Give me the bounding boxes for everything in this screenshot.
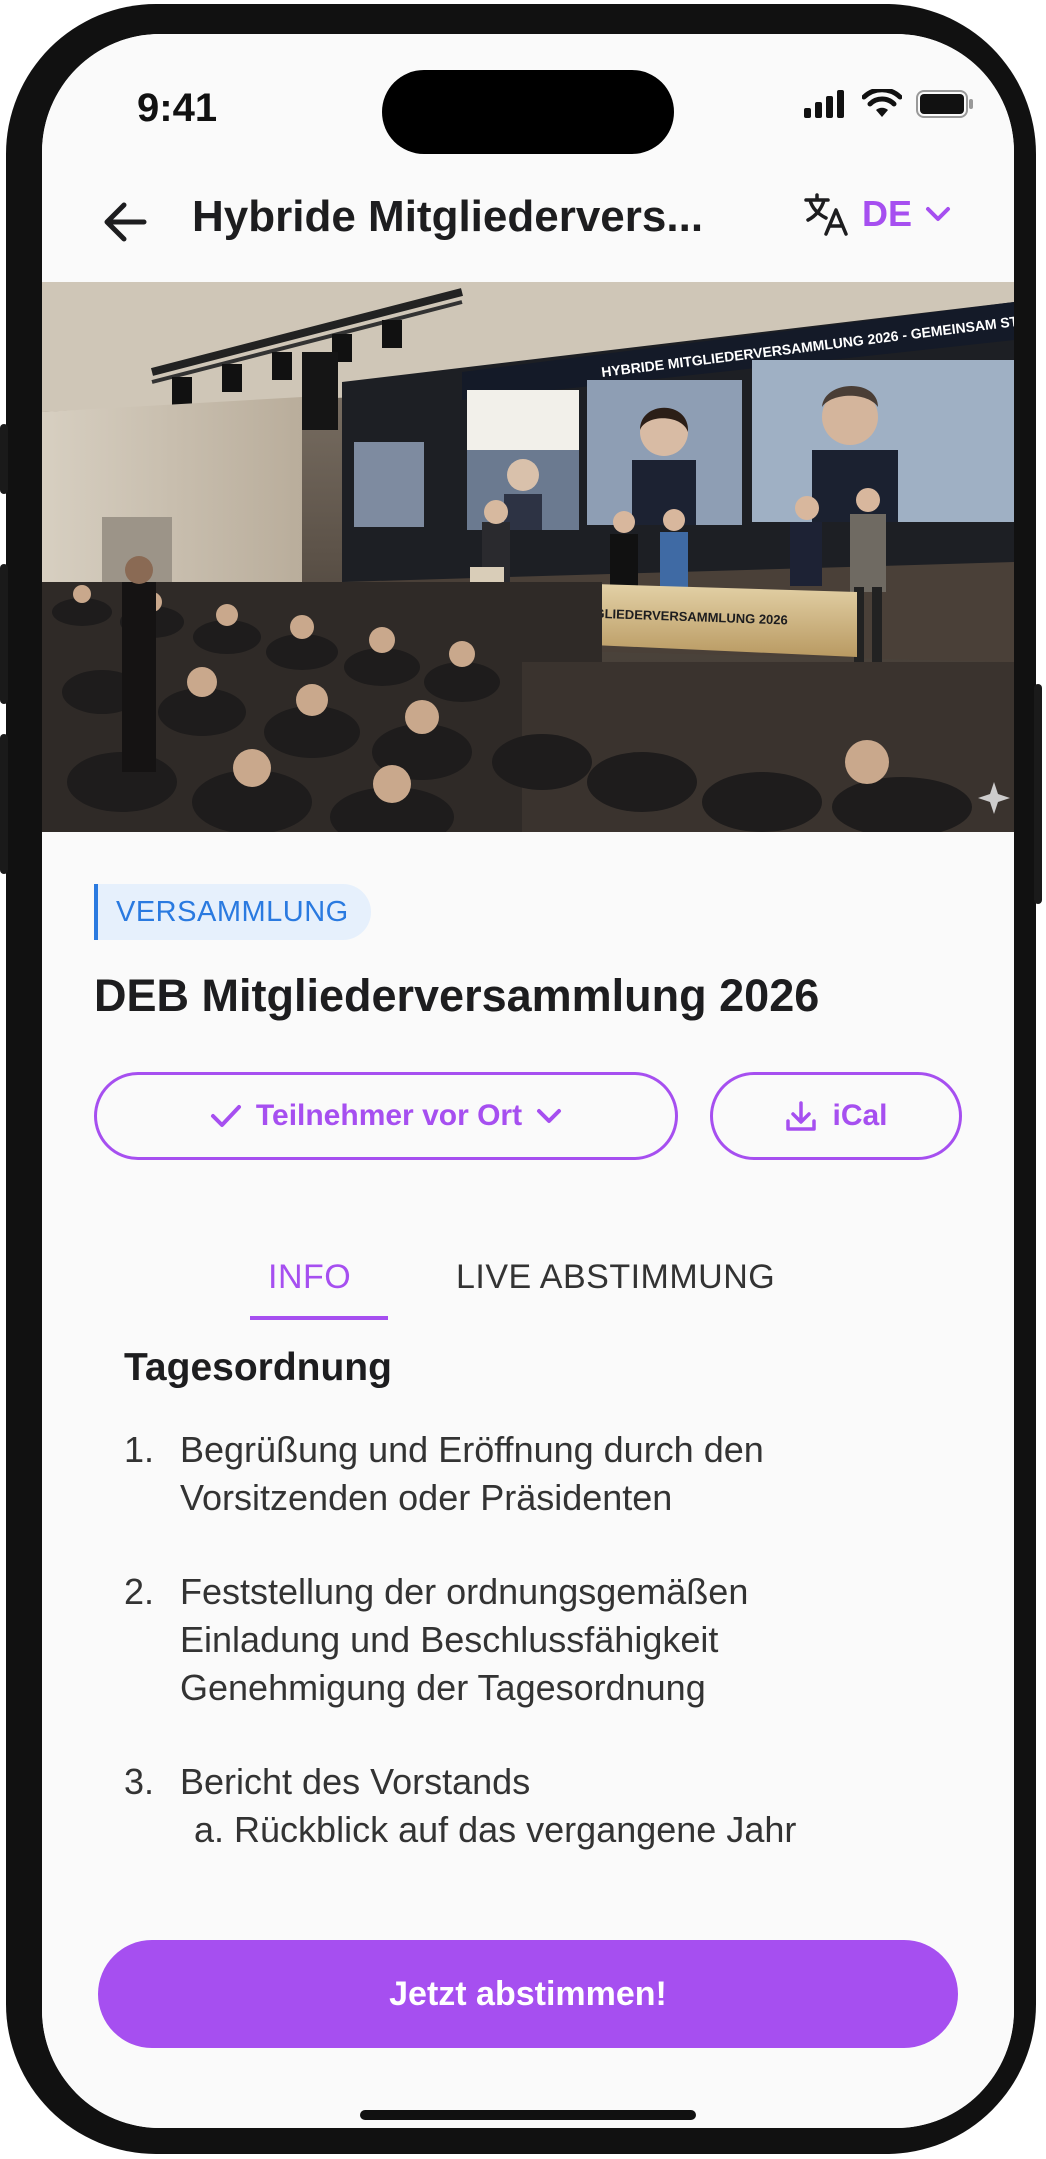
- vote-now-button[interactable]: Jetzt abstimmen!: [98, 1940, 958, 2048]
- attendance-label: Teilnehmer vor Ort: [255, 1099, 523, 1132]
- agenda-item: 1. Begrüßung und Eröffnung durch den Vor…: [124, 1426, 964, 1522]
- tab-bar: INFO LIVE ABSTIMMUNG: [42, 1238, 1014, 1328]
- status-time: 9:41: [137, 86, 218, 130]
- tab-active-indicator: [250, 1316, 388, 1320]
- language-selector[interactable]: DE: [802, 190, 952, 238]
- app-header: Hybride Mitgliedervers... DE: [42, 164, 1014, 282]
- home-indicator: [360, 2110, 696, 2120]
- tab-info[interactable]: INFO: [268, 1258, 351, 1297]
- wifi-icon: [862, 89, 902, 117]
- ical-download-button[interactable]: iCal: [710, 1072, 962, 1160]
- battery-icon: [916, 90, 973, 118]
- power-button: [1034, 684, 1042, 904]
- chevron-down-icon: [537, 1109, 562, 1123]
- agenda-item: 3. Bericht des Vorstands a. Rückblick au…: [124, 1758, 964, 1854]
- volume-down-button: [0, 734, 8, 874]
- agenda-item-text: Bericht des Vorstands: [180, 1761, 531, 1802]
- screen: 9:41 Hybride Mitgliedervers... DE HYBRID…: [42, 34, 1014, 2128]
- agenda-item: 2. Feststellung der ordnungsgemäßen Einl…: [124, 1568, 964, 1712]
- tab-live-abstimmung[interactable]: LIVE ABSTIMMUNG: [456, 1258, 775, 1297]
- event-title: DEB Mitgliederversammlung 2026: [94, 970, 820, 1021]
- back-arrow-icon[interactable]: [96, 192, 156, 252]
- language-code: DE: [862, 193, 913, 234]
- download-icon: [786, 1101, 817, 1131]
- page-title: Hybride Mitgliedervers...: [192, 192, 704, 241]
- status-bar: 9:41: [42, 34, 1014, 164]
- volume-up-button: [0, 564, 8, 704]
- status-icons: [804, 89, 974, 119]
- signal-icon: [804, 90, 844, 118]
- attendance-select-button[interactable]: Teilnehmer vor Ort: [94, 1072, 678, 1160]
- agenda-list: 1. Begrüßung und Eröffnung durch den Vor…: [124, 1426, 964, 1900]
- checkmark-icon: [210, 1105, 241, 1127]
- phone-frame: 9:41 Hybride Mitgliedervers... DE HYBRID…: [0, 4, 1042, 2154]
- dynamic-island: [382, 70, 674, 154]
- translate-icon: [804, 193, 848, 236]
- agenda-item-text: Feststellung der ordnungsgemäßen Einladu…: [180, 1571, 749, 1708]
- chevron-down-icon: [926, 207, 951, 221]
- ical-label: iCal: [832, 1099, 888, 1132]
- category-badge: VERSAMMLUNG: [94, 884, 371, 940]
- agenda-item-text: Begrüßung und Eröffnung durch den Vorsit…: [180, 1429, 764, 1518]
- agenda-subitem-text: a. Rückblick auf das vergangene Jahr: [194, 1809, 797, 1850]
- agenda-item-number: 2.: [124, 1571, 155, 1612]
- agenda-heading: Tagesordnung: [124, 1346, 392, 1389]
- agenda-item-number: 1.: [124, 1429, 155, 1470]
- agenda-item-number: 3.: [124, 1761, 155, 1802]
- mute-switch: [0, 424, 8, 494]
- event-hero-image: HYBRIDE MITGLIEDERVERSAMMLUNG 2026 - GEM…: [42, 282, 1014, 832]
